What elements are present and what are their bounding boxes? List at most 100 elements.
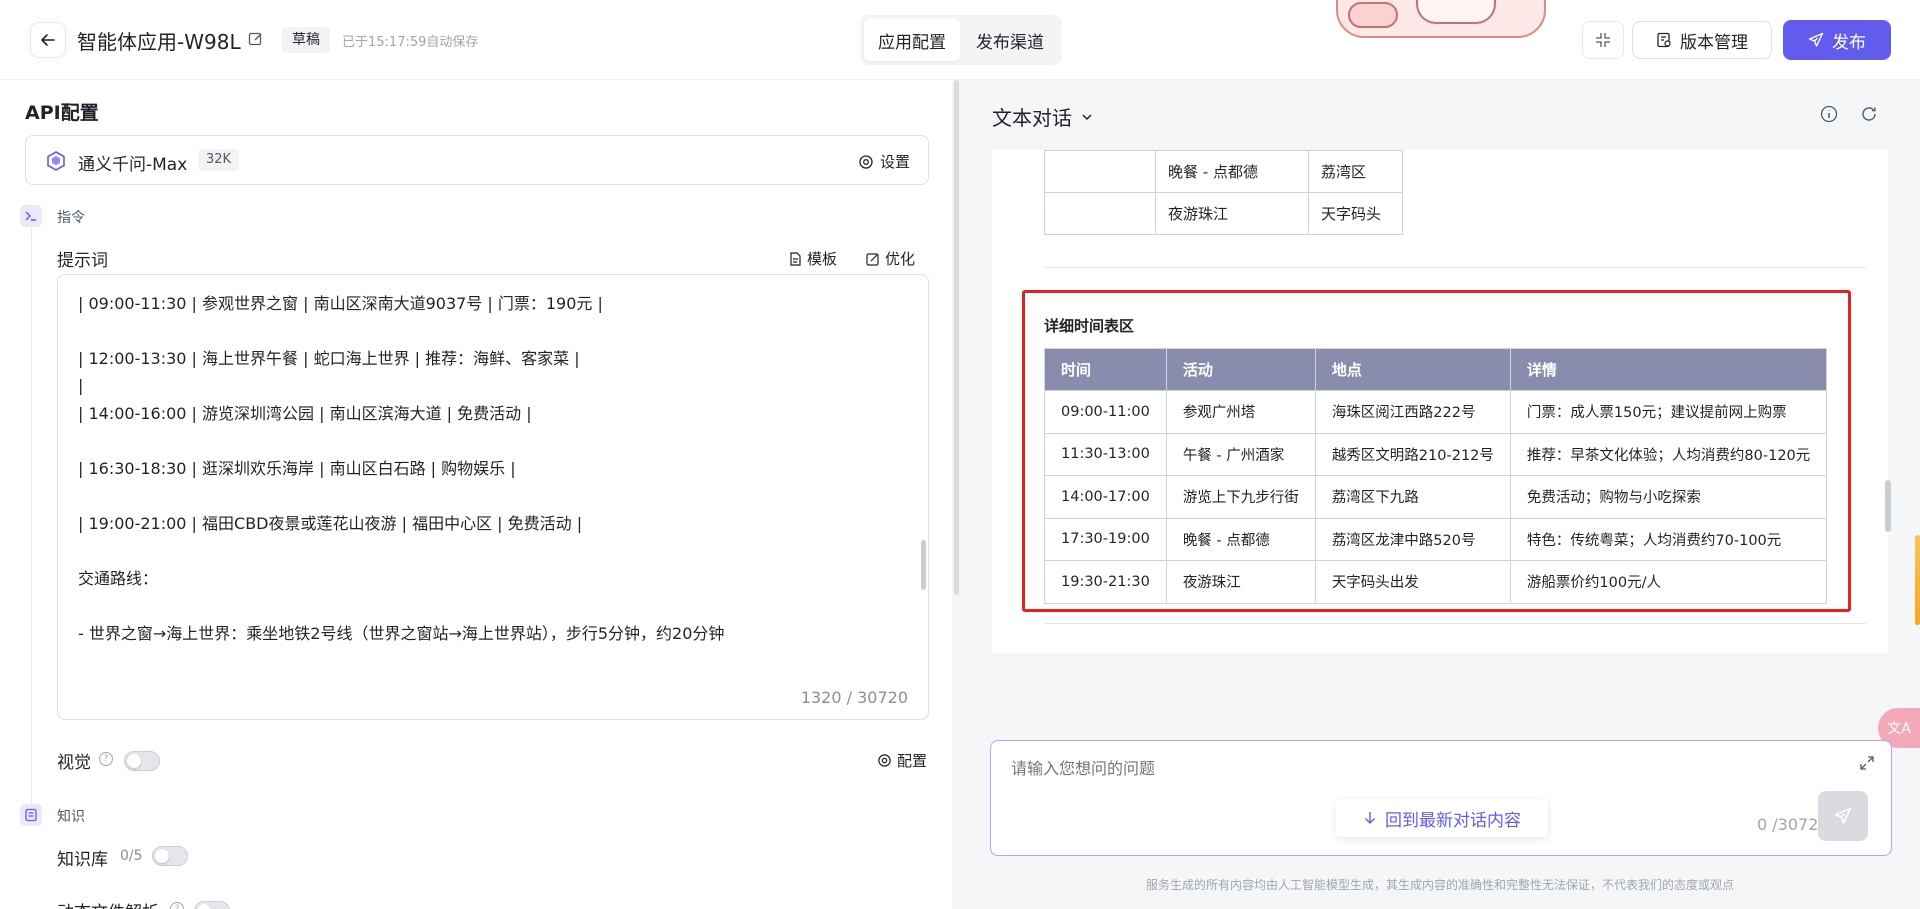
send-button[interactable] — [1818, 791, 1868, 841]
table-cell: 门票：成人票150元；建议提前网上购票 — [1509, 390, 1828, 434]
table-cell: 14:00-17:00 — [1044, 475, 1167, 519]
terminal-icon — [20, 205, 42, 227]
tab-publish-channel[interactable]: 发布渠道 — [962, 19, 1058, 61]
autosave-status: 已于15:17:59自动保存 — [342, 35, 479, 50]
mascot-face — [1348, 2, 1398, 28]
version-management-button[interactable]: 版本管理 — [1632, 21, 1772, 59]
template-label: 模板 — [807, 250, 838, 268]
table-row: 19:30-21:30 夜游珠江 天字码头出发 游船票价约100元/人 — [1044, 560, 1828, 604]
knowledge-base-label: 知识库 — [57, 850, 108, 870]
context-length-badge: 32K — [198, 149, 240, 171]
chevron-down-icon — [1082, 113, 1092, 120]
model-selector[interactable]: 通义千问-Max 32K 设置 — [25, 135, 929, 185]
help-icon[interactable]: ? — [170, 902, 184, 909]
draft-badge: 草稿 — [282, 27, 330, 53]
column-header: 地点 — [1314, 348, 1511, 391]
table-cell: 游览上下九步行街 — [1165, 475, 1316, 519]
prompt-line: | 16:30-18:30 | 逛深圳欢乐海岸 | 南山区白石路 | 购物娱乐 … — [78, 459, 516, 478]
table-cell: 越秀区文明路210-212号 — [1314, 432, 1511, 476]
table-cell: 天字码头出发 — [1314, 560, 1511, 604]
knowledge-section-label: 知识 — [57, 809, 85, 825]
divider — [1044, 623, 1866, 624]
edit-icon[interactable] — [248, 31, 264, 47]
chat-input[interactable] — [1011, 759, 1711, 778]
prompt-line: | 12:00-13:30 | 海上世界午餐 | 蛇口海上世界 | 推荐：海鲜、… — [78, 349, 580, 368]
vision-toggle[interactable] — [124, 751, 160, 771]
table-cell: 荔湾区龙津中路520号 — [1314, 517, 1511, 561]
table-row: 11:30-13:00 午餐 - 广州酒家 越秀区文明路210-212号 推荐：… — [1044, 432, 1828, 476]
prompt-line: 交通路线： — [78, 569, 159, 588]
tab-app-config[interactable]: 应用配置 — [864, 19, 960, 61]
dynamic-file-toggle[interactable] — [194, 901, 230, 909]
info-icon[interactable] — [1820, 105, 1838, 123]
header-tabs: 应用配置 发布渠道 — [860, 15, 1062, 65]
table-cell: 夜游珠江 — [1165, 560, 1316, 604]
table-cell: 11:30-13:00 — [1044, 432, 1167, 476]
table-header-row: 时间 活动 地点 详情 — [1044, 348, 1828, 391]
arrow-left-icon — [41, 34, 55, 46]
back-to-latest-button[interactable]: 回到最新对话内容 — [1336, 799, 1548, 837]
arrow-down-icon — [1365, 812, 1375, 824]
top-header: 智能体应用-W98L 草稿 已于15:17:59自动保存 应用配置 发布渠道 版… — [0, 0, 1920, 80]
publish-button[interactable]: 发布 — [1783, 20, 1891, 60]
config-panel: API配置 通义千问-Max 32K 设置 指令 提示词 模板 优化 | 09:… — [0, 80, 960, 909]
optimize-button[interactable]: 优化 — [866, 248, 915, 269]
assistant-message: 晚餐 - 点都德 荔湾区 夜游珠江 天字码头 详细时间表区 时间 活动 地点 详… — [992, 150, 1888, 653]
schedule-table: 时间 活动 地点 详情 09:00-11:00 参观广州塔 海珠区阅江西路222… — [1044, 348, 1828, 604]
optimize-label: 优化 — [885, 250, 916, 268]
vision-config-label: 配置 — [897, 752, 928, 770]
collapse-button[interactable] — [1582, 21, 1624, 59]
column-header: 详情 — [1509, 348, 1828, 391]
prompt-line: | 14:00-16:00 | 游览深圳湾公园 | 南山区滨海大道 | 免费活动… — [78, 404, 532, 423]
table-row: 14:00-17:00 游览上下九步行街 荔湾区下九路 免费活动；购物与小吃探索 — [1044, 475, 1828, 519]
chat-mode-label: 文本对话 — [992, 106, 1072, 130]
version-label: 版本管理 — [1680, 32, 1748, 53]
table-cell: 海珠区阅江西路222号 — [1314, 390, 1511, 434]
prompt-editor[interactable]: | 09:00-11:30 | 参观世界之窗 | 南山区深南大道9037号 | … — [57, 274, 929, 720]
left-scrollbar[interactable] — [954, 80, 959, 595]
vision-config-button[interactable]: 配置 — [877, 750, 927, 771]
model-settings-button[interactable]: 设置 — [858, 151, 910, 172]
template-button[interactable]: 模板 — [788, 248, 837, 269]
app-title: 智能体应用-W98L — [77, 30, 241, 54]
table-cell: 参观广州塔 — [1165, 390, 1316, 434]
table-cell — [1044, 150, 1156, 193]
send-icon — [1834, 807, 1852, 824]
magic-edit-icon — [866, 252, 879, 266]
prompt-text[interactable]: | 09:00-11:30 | 参观世界之窗 | 南山区深南大道9037号 | … — [78, 295, 898, 680]
api-config-title: API配置 — [25, 102, 99, 124]
section-timeline — [31, 205, 32, 805]
preview-panel: 文本对话 晚餐 - 点都德 荔湾区 夜游珠江 天字码头 详细时间表区 时间 活动… — [960, 80, 1920, 909]
table-cell: 特色：传统粤菜；人均消费约70-100元 — [1509, 517, 1828, 561]
table-cell: 17:30-19:00 — [1044, 517, 1167, 561]
dynamic-file-label: 动态文件解析 — [57, 898, 159, 909]
collapse-icon — [1596, 33, 1610, 47]
table-row: 晚餐 - 点都德 荔湾区 — [1044, 150, 1403, 193]
column-header: 活动 — [1165, 348, 1316, 391]
knowledge-base-count: 0/5 — [120, 848, 143, 864]
knowledge-icon — [20, 804, 42, 826]
model-name: 通义千问-Max — [78, 155, 188, 175]
knowledge-base-toggle[interactable] — [152, 846, 188, 866]
vision-label: 视觉 — [57, 753, 91, 773]
publish-label: 发布 — [1832, 32, 1866, 53]
table-cell: 免费活动；购物与小吃探索 — [1509, 475, 1828, 519]
prompt-scrollbar[interactable] — [921, 540, 926, 590]
chat-mode-dropdown[interactable]: 文本对话 — [992, 102, 1094, 131]
prompt-char-count: 1320 / 30720 — [800, 688, 908, 707]
mascot-body — [1416, 0, 1496, 24]
prompt-line: | 09:00-11:30 | 参观世界之窗 | 南山区深南大道9037号 | … — [78, 294, 603, 313]
expand-icon[interactable] — [1859, 755, 1875, 771]
refresh-icon[interactable] — [1860, 105, 1878, 123]
gear-icon — [878, 754, 891, 767]
table-cell: 晚餐 - 点都德 — [1165, 517, 1316, 561]
help-icon[interactable]: ? — [99, 752, 113, 766]
chat-scrollbar[interactable] — [1885, 480, 1891, 532]
edge-accent — [1915, 535, 1920, 625]
table-cell: 游船票价约100元/人 — [1509, 560, 1828, 604]
table-cell: 19:30-21:30 — [1044, 560, 1167, 604]
column-header: 时间 — [1044, 348, 1167, 391]
table-row: 09:00-11:00 参观广州塔 海珠区阅江西路222号 门票：成人票150元… — [1044, 390, 1828, 434]
chat-input-box[interactable]: 回到最新对话内容 0 /30720 — [990, 740, 1892, 856]
back-button[interactable] — [30, 22, 66, 58]
